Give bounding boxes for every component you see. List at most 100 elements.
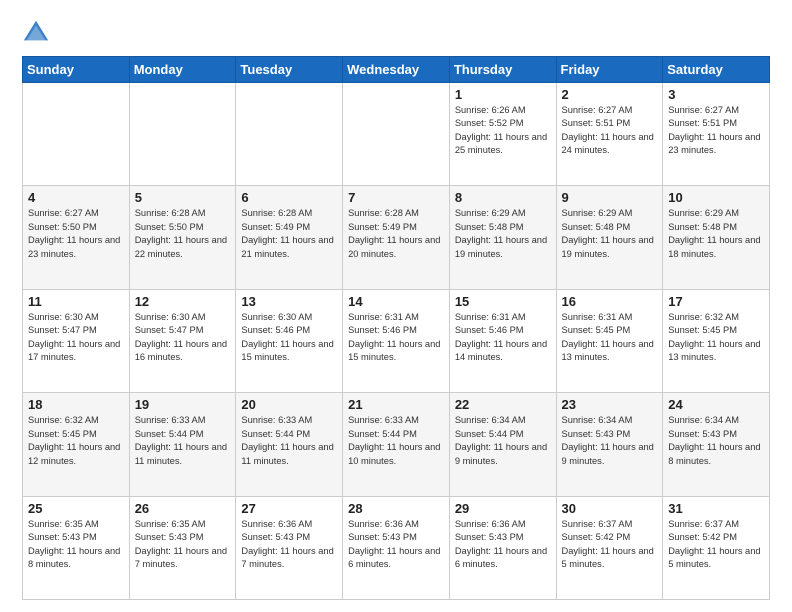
day-cell: 5 Sunrise: 6:28 AMSunset: 5:50 PMDaylight… — [129, 186, 236, 289]
day-info: Sunrise: 6:32 AMSunset: 5:45 PMDaylight:… — [28, 414, 124, 468]
day-number: 25 — [28, 501, 124, 516]
week-row-5: 25 Sunrise: 6:35 AMSunset: 5:43 PMDayligh… — [23, 496, 770, 599]
day-info: Sunrise: 6:27 AMSunset: 5:51 PMDaylight:… — [668, 104, 764, 158]
day-info: Sunrise: 6:37 AMSunset: 5:42 PMDaylight:… — [668, 518, 764, 572]
day-info: Sunrise: 6:33 AMSunset: 5:44 PMDaylight:… — [135, 414, 231, 468]
day-info: Sunrise: 6:26 AMSunset: 5:52 PMDaylight:… — [455, 104, 551, 158]
day-info: Sunrise: 6:31 AMSunset: 5:46 PMDaylight:… — [348, 311, 444, 365]
day-cell: 27 Sunrise: 6:36 AMSunset: 5:43 PMDayligh… — [236, 496, 343, 599]
day-cell — [236, 83, 343, 186]
day-cell — [129, 83, 236, 186]
logo — [22, 18, 54, 46]
day-cell: 26 Sunrise: 6:35 AMSunset: 5:43 PMDayligh… — [129, 496, 236, 599]
day-info: Sunrise: 6:28 AMSunset: 5:49 PMDaylight:… — [241, 207, 337, 261]
day-number: 5 — [135, 190, 231, 205]
day-cell: 3 Sunrise: 6:27 AMSunset: 5:51 PMDaylight… — [663, 83, 770, 186]
day-info: Sunrise: 6:28 AMSunset: 5:49 PMDaylight:… — [348, 207, 444, 261]
week-row-3: 11 Sunrise: 6:30 AMSunset: 5:47 PMDayligh… — [23, 289, 770, 392]
day-cell: 12Sunrise: 6:30 AMSunset: 5:47 PMDayligh… — [129, 289, 236, 392]
day-cell: 16Sunrise: 6:31 AMSunset: 5:45 PMDayligh… — [556, 289, 663, 392]
day-cell — [23, 83, 130, 186]
day-info: Sunrise: 6:37 AMSunset: 5:42 PMDaylight:… — [562, 518, 658, 572]
logo-icon — [22, 18, 50, 46]
day-info: Sunrise: 6:31 AMSunset: 5:46 PMDaylight:… — [455, 311, 551, 365]
day-number: 10 — [668, 190, 764, 205]
day-cell: 2Sunrise: 6:27 AMSunset: 5:51 PMDaylight… — [556, 83, 663, 186]
day-cell: 23 Sunrise: 6:34 AMSunset: 5:43 PMDayligh… — [556, 393, 663, 496]
day-info: Sunrise: 6:36 AMSunset: 5:43 PMDaylight:… — [241, 518, 337, 572]
weekday-saturday: Saturday — [663, 57, 770, 83]
day-number: 19 — [135, 397, 231, 412]
day-cell: 21 Sunrise: 6:33 AMSunset: 5:44 PMDayligh… — [343, 393, 450, 496]
day-cell: 17Sunrise: 6:32 AMSunset: 5:45 PMDayligh… — [663, 289, 770, 392]
day-info: Sunrise: 6:30 AMSunset: 5:47 PMDaylight:… — [135, 311, 231, 365]
calendar-table: SundayMondayTuesdayWednesdayThursdayFrid… — [22, 56, 770, 600]
day-cell: 15 Sunrise: 6:31 AMSunset: 5:46 PMDayligh… — [449, 289, 556, 392]
day-info: Sunrise: 6:34 AMSunset: 5:44 PMDaylight:… — [455, 414, 551, 468]
day-cell: 9 Sunrise: 6:29 AMSunset: 5:48 PMDaylight… — [556, 186, 663, 289]
day-number: 26 — [135, 501, 231, 516]
day-cell: 31 Sunrise: 6:37 AMSunset: 5:42 PMDayligh… — [663, 496, 770, 599]
day-number: 7 — [348, 190, 444, 205]
day-info: Sunrise: 6:28 AMSunset: 5:50 PMDaylight:… — [135, 207, 231, 261]
weekday-header-row: SundayMondayTuesdayWednesdayThursdayFrid… — [23, 57, 770, 83]
day-number: 1 — [455, 87, 551, 102]
day-info: Sunrise: 6:30 AMSunset: 5:47 PMDaylight:… — [28, 311, 124, 365]
day-cell: 10 Sunrise: 6:29 AMSunset: 5:48 PMDayligh… — [663, 186, 770, 289]
day-cell: 25 Sunrise: 6:35 AMSunset: 5:43 PMDayligh… — [23, 496, 130, 599]
day-number: 17 — [668, 294, 764, 309]
weekday-thursday: Thursday — [449, 57, 556, 83]
page: SundayMondayTuesdayWednesdayThursdayFrid… — [0, 0, 792, 612]
day-number: 3 — [668, 87, 764, 102]
day-cell: 29 Sunrise: 6:36 AMSunset: 5:43 PMDayligh… — [449, 496, 556, 599]
day-number: 29 — [455, 501, 551, 516]
day-info: Sunrise: 6:29 AMSunset: 5:48 PMDaylight:… — [668, 207, 764, 261]
day-info: Sunrise: 6:36 AMSunset: 5:43 PMDaylight:… — [455, 518, 551, 572]
day-info: Sunrise: 6:30 AMSunset: 5:46 PMDaylight:… — [241, 311, 337, 365]
week-row-2: 4 Sunrise: 6:27 AMSunset: 5:50 PMDaylight… — [23, 186, 770, 289]
day-number: 31 — [668, 501, 764, 516]
day-cell: 22 Sunrise: 6:34 AMSunset: 5:44 PMDayligh… — [449, 393, 556, 496]
day-number: 28 — [348, 501, 444, 516]
day-number: 22 — [455, 397, 551, 412]
day-cell: 30 Sunrise: 6:37 AMSunset: 5:42 PMDayligh… — [556, 496, 663, 599]
day-number: 8 — [455, 190, 551, 205]
day-cell — [343, 83, 450, 186]
day-number: 13 — [241, 294, 337, 309]
day-cell: 18 Sunrise: 6:32 AMSunset: 5:45 PMDayligh… — [23, 393, 130, 496]
day-number: 30 — [562, 501, 658, 516]
day-info: Sunrise: 6:29 AMSunset: 5:48 PMDaylight:… — [455, 207, 551, 261]
day-info: Sunrise: 6:29 AMSunset: 5:48 PMDaylight:… — [562, 207, 658, 261]
day-cell: 19 Sunrise: 6:33 AMSunset: 5:44 PMDayligh… — [129, 393, 236, 496]
weekday-wednesday: Wednesday — [343, 57, 450, 83]
day-info: Sunrise: 6:33 AMSunset: 5:44 PMDaylight:… — [241, 414, 337, 468]
weekday-tuesday: Tuesday — [236, 57, 343, 83]
day-number: 16 — [562, 294, 658, 309]
day-number: 15 — [455, 294, 551, 309]
day-info: Sunrise: 6:27 AMSunset: 5:50 PMDaylight:… — [28, 207, 124, 261]
day-number: 27 — [241, 501, 337, 516]
day-cell: 8 Sunrise: 6:29 AMSunset: 5:48 PMDaylight… — [449, 186, 556, 289]
day-cell: 28Sunrise: 6:36 AMSunset: 5:43 PMDayligh… — [343, 496, 450, 599]
day-info: Sunrise: 6:33 AMSunset: 5:44 PMDaylight:… — [348, 414, 444, 468]
day-number: 20 — [241, 397, 337, 412]
day-info: Sunrise: 6:34 AMSunset: 5:43 PMDaylight:… — [562, 414, 658, 468]
weekday-friday: Friday — [556, 57, 663, 83]
day-number: 18 — [28, 397, 124, 412]
day-info: Sunrise: 6:27 AMSunset: 5:51 PMDaylight:… — [562, 104, 658, 158]
day-info: Sunrise: 6:34 AMSunset: 5:43 PMDaylight:… — [668, 414, 764, 468]
day-cell: 24 Sunrise: 6:34 AMSunset: 5:43 PMDayligh… — [663, 393, 770, 496]
day-number: 24 — [668, 397, 764, 412]
day-number: 21 — [348, 397, 444, 412]
week-row-4: 18 Sunrise: 6:32 AMSunset: 5:45 PMDayligh… — [23, 393, 770, 496]
header — [22, 18, 770, 46]
day-number: 11 — [28, 294, 124, 309]
day-number: 9 — [562, 190, 658, 205]
day-cell: 13 Sunrise: 6:30 AMSunset: 5:46 PMDayligh… — [236, 289, 343, 392]
day-number: 4 — [28, 190, 124, 205]
day-cell: 7 Sunrise: 6:28 AMSunset: 5:49 PMDaylight… — [343, 186, 450, 289]
day-info: Sunrise: 6:35 AMSunset: 5:43 PMDaylight:… — [135, 518, 231, 572]
day-info: Sunrise: 6:35 AMSunset: 5:43 PMDaylight:… — [28, 518, 124, 572]
day-number: 14 — [348, 294, 444, 309]
day-number: 23 — [562, 397, 658, 412]
